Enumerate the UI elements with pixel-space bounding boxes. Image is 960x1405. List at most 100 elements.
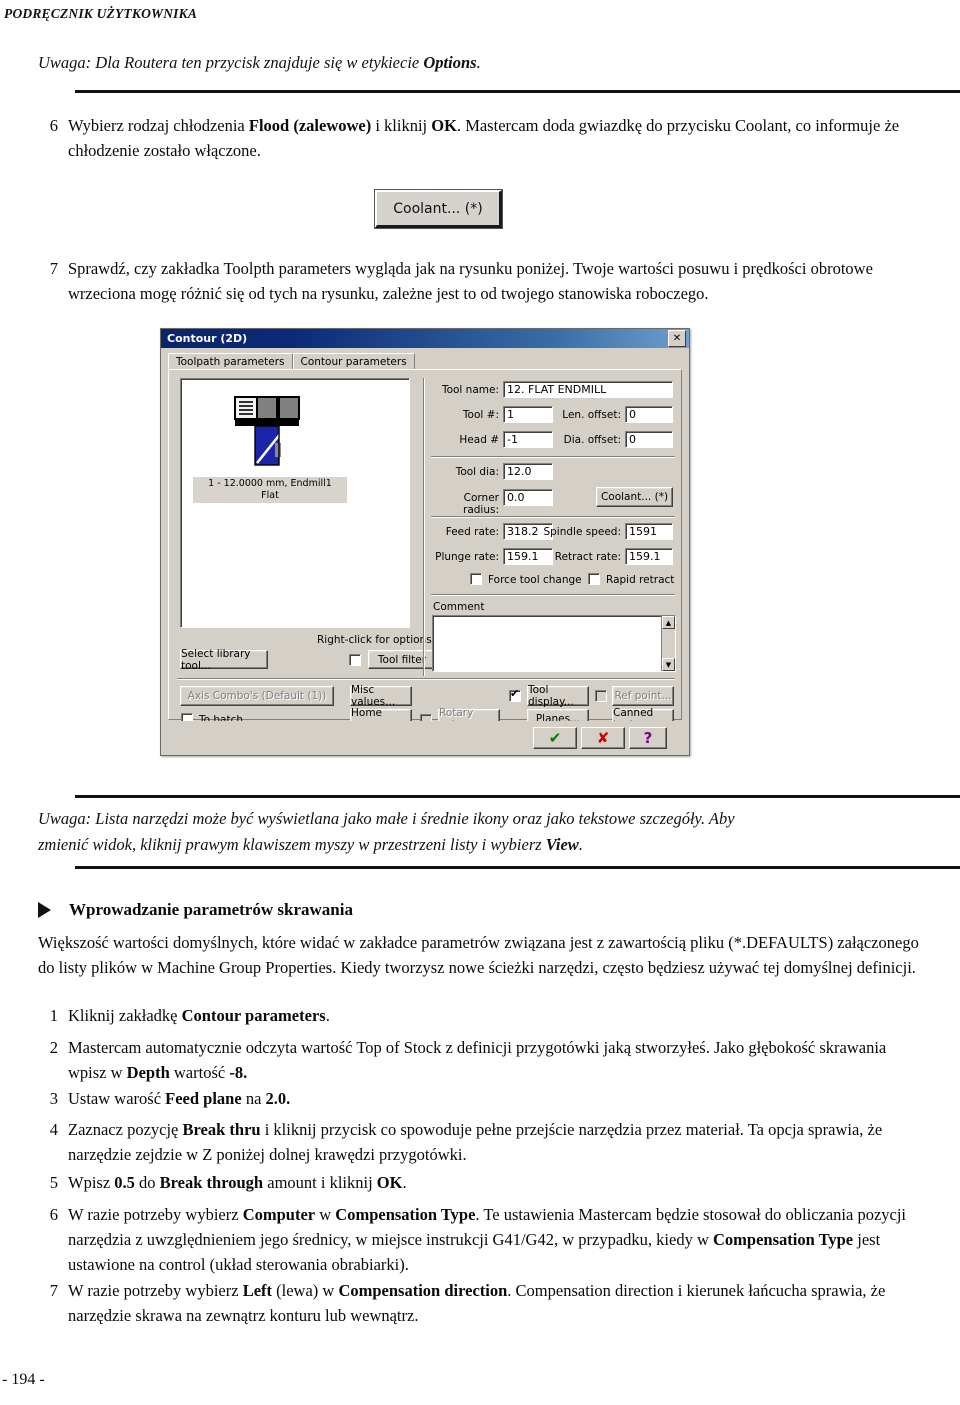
tool-dia-field[interactable]: 12.0 <box>503 463 553 480</box>
dia-offset-field[interactable]: 0 <box>625 431 673 448</box>
coolant-button[interactable]: Coolant... (*) <box>596 487 673 507</box>
note-part: zmienić widok, kliknij prawym klawiszem … <box>38 835 546 854</box>
comment-textarea[interactable]: ▲ ▼ <box>432 615 676 672</box>
contour-2d-dialog[interactable]: Contour (2D) ✕ Toolpath parameters Conto… <box>160 328 690 756</box>
tool-list[interactable]: 1 - 12.0000 mm, Endmill1 Flat <box>180 378 410 628</box>
step-part: amount i kliknij <box>263 1173 377 1192</box>
step-bold: -8. <box>229 1063 248 1082</box>
divider-note-bottom <box>75 866 960 869</box>
rapid-retract-label: Rapid retract <box>606 574 675 586</box>
tool-number-label: Tool #: <box>462 409 499 421</box>
tool-caption-line1: 1 - 12.0000 mm, Endmill1 <box>208 478 332 489</box>
step-part: . <box>402 1173 407 1192</box>
step-part: do <box>134 1173 160 1192</box>
feed-rate-label: Feed rate: <box>445 526 499 538</box>
note-router-options: Uwaga: Dla Routera ten przycisk znajduje… <box>38 50 918 76</box>
tool-dia-label: Tool dia: <box>455 466 499 478</box>
section-intro-paragraph: Większość wartości domyślnych, które wid… <box>38 933 919 977</box>
note-bold-options: Options <box>423 53 477 72</box>
comment-scrollbar[interactable]: ▲ ▼ <box>661 616 675 671</box>
scroll-up-icon[interactable]: ▲ <box>662 616 675 629</box>
step-text: Wpisz 0.5 do Break through amount i klik… <box>68 1170 928 1195</box>
step-text: Kliknij zakładkę Contour parameters. <box>68 1003 928 1028</box>
step-text: W razie potrzeby wybierz Left (lewa) w C… <box>68 1278 928 1328</box>
page-folio: - 194 - <box>2 1371 45 1388</box>
misc-values-button[interactable]: Misc values... <box>350 684 412 708</box>
note-part: . <box>578 835 583 854</box>
tool-filter-checkbox[interactable] <box>349 654 361 666</box>
tool-name-label: Tool name: <box>441 384 499 396</box>
scroll-down-icon[interactable]: ▼ <box>662 658 675 671</box>
divider-panels <box>423 378 425 676</box>
rapid-retract-checkbox[interactable] <box>588 573 600 585</box>
step-bold: Depth <box>126 1063 170 1082</box>
step-number: 7 <box>49 259 58 278</box>
step-number: 7 <box>49 1281 58 1300</box>
head-number-field[interactable]: -1 <box>503 431 553 448</box>
step-text: Sprawdź, czy zakładka Toolpth parameters… <box>68 259 873 303</box>
step-number: 5 <box>49 1173 58 1192</box>
step-part: (lewa) w <box>272 1281 339 1300</box>
ok-button[interactable]: ✔ <box>533 727 577 749</box>
len-offset-field[interactable]: 0 <box>625 406 673 423</box>
step-text: Zaznacz pozycję Break thru i kliknij prz… <box>68 1117 928 1167</box>
len-offset-label: Len. offset: <box>562 409 621 421</box>
step-bold: 2.0. <box>265 1089 291 1108</box>
toolpath-parameters-page: 1 - 12.0000 mm, Endmill1 Flat Right-clic… <box>168 369 682 731</box>
spindle-speed-label: Spindle speed: <box>543 526 621 538</box>
step-part: Wpisz <box>68 1173 115 1192</box>
step-number: 6 <box>49 1205 58 1224</box>
running-header: PODRĘCZNIK UŻYTKOWNIKA <box>4 6 198 21</box>
step-bold: Compensation Type <box>712 1230 854 1249</box>
right-click-hint: Right-click for options <box>317 634 432 646</box>
step-part: W razie potrzeby wybierz <box>68 1205 243 1224</box>
head-number-label: Head # <box>459 434 499 446</box>
retract-rate-field[interactable]: 159.1 <box>625 548 673 565</box>
tool-display-button[interactable]: Tool display... <box>527 684 589 708</box>
select-library-tool-button[interactable]: Select library tool... <box>180 648 268 672</box>
section-heading-text: Wprowadzanie parametrów skrawania <box>69 900 353 919</box>
step-bold: Break through <box>159 1173 264 1192</box>
ref-point-button[interactable]: Ref point... <box>612 686 674 706</box>
tab-contour-parameters[interactable]: Contour parameters <box>292 353 415 370</box>
step-bold: Left <box>242 1281 273 1300</box>
note-line1: Uwaga: Lista narzędzi może być wyświetla… <box>38 809 735 828</box>
close-icon[interactable]: ✕ <box>668 330 686 347</box>
divider-rates <box>431 594 675 596</box>
step-part: . <box>325 1006 330 1025</box>
tool-number-field[interactable]: 1 <box>503 406 553 423</box>
step-7-check-toolpath-tab: 7 Sprawdź, czy zakładka Toolpth paramete… <box>38 256 928 306</box>
note-suffix: . <box>476 53 481 72</box>
note-text: Uwaga: Dla Routera ten przycisk znajduje… <box>38 53 424 72</box>
cancel-button[interactable]: ✘ <box>581 727 625 749</box>
dialog-tabstrip[interactable]: Toolpath parameters Contour parameters <box>168 353 415 370</box>
step-item: 2 Mastercam automatycznie odczyta wartość… <box>38 1035 928 1085</box>
divider-tool-dims <box>431 516 675 518</box>
corner-radius-field[interactable]: 0.0 <box>503 489 553 506</box>
corner-radius-label: Corner radius: <box>463 492 499 516</box>
note-tool-list-view: Uwaga: Lista narzędzi może być wyświetla… <box>38 806 928 858</box>
step-part: w <box>315 1205 336 1224</box>
spindle-speed-field[interactable]: 1591 <box>625 523 673 540</box>
tool-caption-line2: Flat <box>261 490 279 501</box>
step-part: W razie potrzeby wybierz <box>68 1281 243 1300</box>
tab-toolpath-parameters[interactable]: Toolpath parameters <box>168 353 293 370</box>
step-bold: Break thru <box>182 1120 261 1139</box>
force-tool-change-checkbox[interactable] <box>470 573 482 585</box>
step-item: 3 Ustaw warość Feed plane na 2.0. <box>38 1086 928 1111</box>
step-item: 6 W razie potrzeby wybierz Computer w Com… <box>38 1202 928 1277</box>
ref-point-checkbox[interactable] <box>595 690 607 702</box>
tool-display-checkbox[interactable] <box>509 688 521 702</box>
tool-name-field[interactable]: 12. FLAT ENDMILL <box>503 381 673 398</box>
dialog-title: Contour (2D) <box>167 332 248 345</box>
divider-note-top <box>75 795 960 798</box>
step-bold: Feed plane <box>165 1089 242 1108</box>
section-heading: Wprowadzanie parametrów skrawania <box>38 900 353 920</box>
step-text: Ustaw warość Feed plane na 2.0. <box>68 1086 928 1111</box>
step-bold: Compensation direction <box>338 1281 508 1300</box>
axis-combos-button[interactable]: Axis Combo's (Default (1)) <box>180 686 334 706</box>
triangle-bullet-icon <box>38 902 51 918</box>
tool-filter-button[interactable]: Tool filter <box>368 650 436 669</box>
dialog-button-bar: ✔ ✘ ? <box>161 721 689 755</box>
help-button[interactable]: ? <box>629 727 667 749</box>
